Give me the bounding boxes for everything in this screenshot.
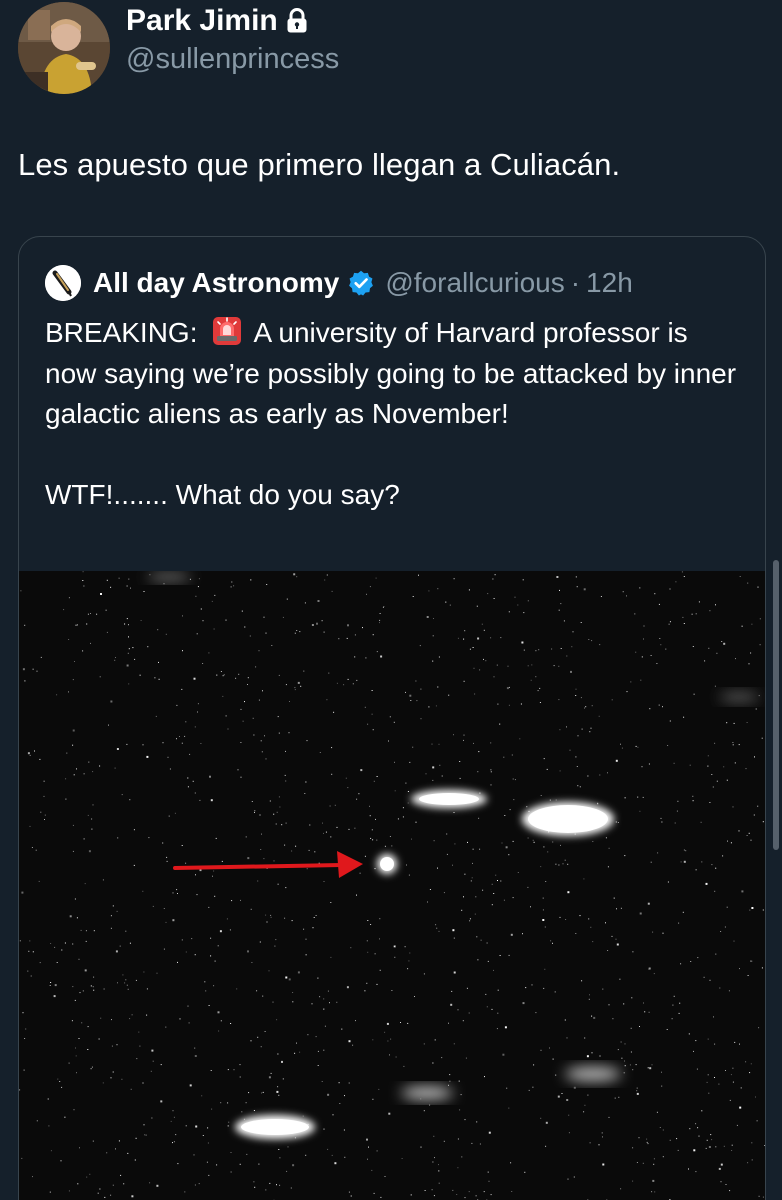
- quoted-author-display-name[interactable]: All day Astronomy: [93, 267, 339, 299]
- author-handle[interactable]: @sullenprincess: [126, 41, 339, 77]
- verified-badge-icon: [349, 270, 374, 296]
- quoted-author-avatar[interactable]: [45, 265, 81, 301]
- avatar-image: [18, 2, 110, 94]
- quoted-tweet-header: All day Astronomy @forallcurious · 12h: [45, 265, 633, 301]
- separator-dot: ·: [570, 267, 581, 298]
- quoted-tweet-text: BREAKING: A university of Harvard profes…: [45, 313, 745, 516]
- quoted-author-handle[interactable]: @forallcurious: [385, 267, 564, 299]
- telescope-icon: [45, 265, 81, 301]
- quoted-tweet-image[interactable]: [19, 571, 765, 1200]
- breaking-label: BREAKING:: [45, 317, 206, 348]
- quoted-tweet[interactable]: All day Astronomy @forallcurious · 12h B…: [18, 236, 766, 1200]
- quoted-tweet-paragraph-2: WTF!....... What do you say?: [45, 479, 400, 510]
- author-display-name[interactable]: Park Jimin: [126, 3, 278, 39]
- quoted-tweet-paragraph: BREAKING: A university of Harvard profes…: [45, 313, 745, 435]
- tweet-header: Park Jimin @sullenprincess: [18, 2, 339, 94]
- starfield-image: [19, 571, 765, 1200]
- scrollbar[interactable]: [773, 560, 779, 850]
- author-info: Park Jimin @sullenprincess: [126, 3, 339, 77]
- display-name-row: Park Jimin: [126, 3, 339, 39]
- tweet-screen: Park Jimin @sullenprincess Les apuesto q…: [0, 0, 782, 1200]
- author-avatar[interactable]: [18, 2, 110, 94]
- quoted-tweet-timestamp[interactable]: 12h: [586, 267, 633, 299]
- police-siren-icon: [213, 317, 242, 345]
- lock-icon: [287, 8, 307, 33]
- tweet-text: Les apuesto que primero llegan a Culiacá…: [18, 147, 621, 182]
